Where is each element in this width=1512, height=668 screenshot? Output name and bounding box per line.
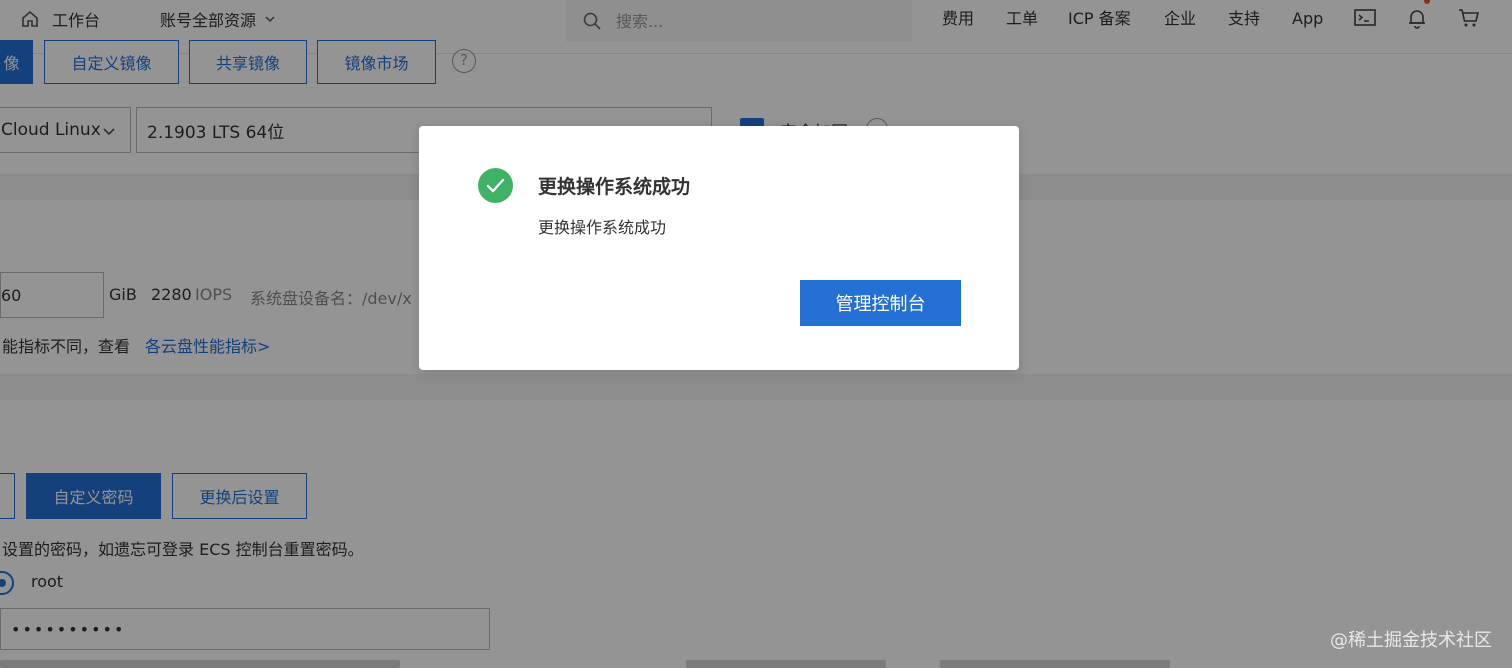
watermark: @稀土掘金技术社区 xyxy=(1330,630,1492,651)
success-dialog: 更换操作系统成功 更换操作系统成功 管理控制台 xyxy=(419,126,1019,370)
manage-console-button[interactable]: 管理控制台 xyxy=(800,280,961,326)
dialog-title: 更换操作系统成功 xyxy=(538,176,691,198)
success-check-icon xyxy=(478,168,513,203)
dialog-message: 更换操作系统成功 xyxy=(538,218,667,237)
